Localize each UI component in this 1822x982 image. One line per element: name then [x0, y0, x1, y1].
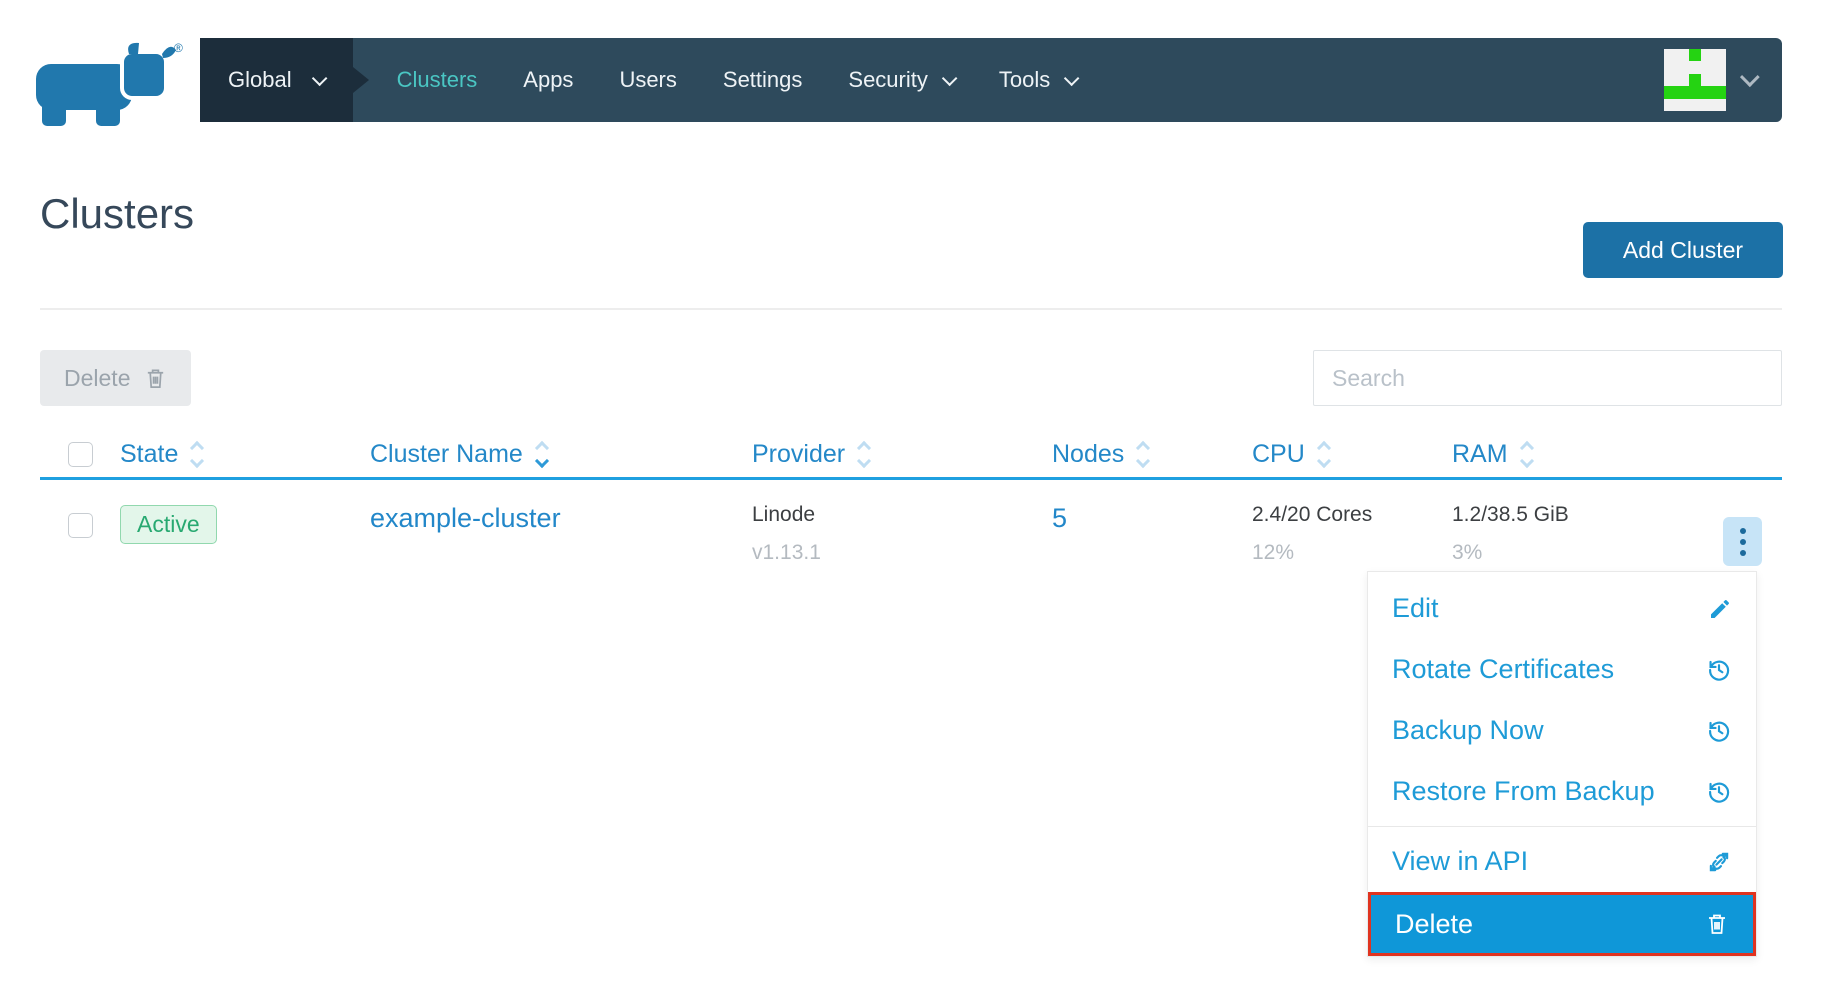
nav-tools-label: Tools — [999, 67, 1050, 93]
table-header: State Cluster Name Provider Nodes CPU RA… — [40, 432, 1782, 480]
nav-users[interactable]: Users — [619, 67, 676, 93]
nav-apps[interactable]: Apps — [523, 67, 573, 93]
column-label: CPU — [1252, 440, 1305, 469]
column-header-ram[interactable]: RAM — [1452, 440, 1702, 469]
menu-item-edit[interactable]: Edit — [1368, 578, 1756, 639]
row-checkbox[interactable] — [68, 513, 93, 538]
row-select-cell — [40, 483, 120, 579]
provider-name: Linode — [752, 503, 1052, 527]
trash-icon — [144, 367, 167, 390]
header-divider — [40, 308, 1782, 310]
svg-text:®: ® — [174, 41, 183, 55]
trash-icon — [1705, 912, 1729, 936]
column-label: Nodes — [1052, 440, 1124, 469]
global-env-dropdown[interactable]: Global — [200, 38, 353, 122]
nodes-count-link[interactable]: 5 — [1052, 503, 1067, 533]
row-cpu-cell: 2.4/20 Cores 12% — [1252, 483, 1452, 579]
row-nodes-cell: 5 — [1052, 483, 1252, 579]
sort-icon — [1138, 443, 1148, 466]
pencil-icon — [1708, 597, 1732, 621]
row-actions-menu: Edit Rotate Certificates Backup Now Rest… — [1367, 571, 1757, 957]
menu-item-label: Edit — [1392, 593, 1439, 624]
column-label: Cluster Name — [370, 440, 523, 469]
row-name-cell: example-cluster — [370, 483, 752, 579]
menu-item-view-in-api[interactable]: View in API — [1368, 831, 1756, 892]
menu-item-restore-from-backup[interactable]: Restore From Backup — [1368, 761, 1756, 822]
sort-icon — [1319, 443, 1329, 466]
state-badge: Active — [120, 505, 217, 544]
rancher-cow-icon: ® — [34, 40, 184, 126]
column-label: Provider — [752, 440, 845, 469]
menu-item-backup-now[interactable]: Backup Now — [1368, 700, 1756, 761]
sort-icon — [1522, 443, 1532, 466]
menu-item-label: Delete — [1395, 909, 1473, 940]
cpu-usage: 2.4/20 Cores — [1252, 503, 1452, 527]
top-navbar: Global Clusters Apps Users Settings Secu… — [200, 38, 1782, 122]
row-ram-cell: 1.2/38.5 GiB 3% — [1452, 483, 1702, 579]
nav-items: Clusters Apps Users Settings Security To… — [397, 67, 1076, 93]
menu-item-rotate-certificates[interactable]: Rotate Certificates — [1368, 639, 1756, 700]
menu-item-delete[interactable]: Delete — [1368, 892, 1756, 956]
nav-clusters[interactable]: Clusters — [397, 67, 478, 93]
column-label: RAM — [1452, 440, 1508, 469]
row-state-cell: Active — [120, 483, 370, 579]
column-header-nodes[interactable]: Nodes — [1052, 440, 1252, 469]
sort-icon — [192, 443, 202, 466]
row-actions-button[interactable] — [1723, 517, 1762, 566]
kebab-menu-icon — [1740, 528, 1746, 534]
column-label: State — [120, 440, 178, 469]
nav-settings[interactable]: Settings — [723, 67, 803, 93]
ram-percent: 3% — [1452, 541, 1702, 565]
menu-item-label: Restore From Backup — [1392, 776, 1655, 807]
provider-version: v1.13.1 — [752, 541, 1052, 565]
sort-icon — [859, 443, 869, 466]
column-header-cluster-name[interactable]: Cluster Name — [370, 440, 752, 469]
add-cluster-button[interactable]: Add Cluster — [1583, 222, 1783, 278]
bulk-delete-button[interactable]: Delete — [40, 350, 191, 406]
bulk-delete-label: Delete — [64, 365, 130, 392]
table-row: Active example-cluster Linode v1.13.1 5 … — [40, 483, 1782, 579]
column-header-state[interactable]: State — [120, 440, 370, 469]
history-icon — [1706, 718, 1732, 744]
ram-usage: 1.2/38.5 GiB — [1452, 503, 1702, 527]
nav-security[interactable]: Security — [848, 67, 952, 93]
chevron-down-icon — [942, 70, 958, 86]
user-area — [1664, 49, 1782, 111]
menu-item-label: Backup Now — [1392, 715, 1544, 746]
column-header-cpu[interactable]: CPU — [1252, 440, 1452, 469]
cluster-name-link[interactable]: example-cluster — [370, 503, 561, 533]
nav-security-label: Security — [848, 67, 927, 93]
user-menu-chevron-icon[interactable] — [1740, 67, 1760, 87]
page-title: Clusters — [40, 190, 194, 238]
select-all-checkbox[interactable] — [68, 442, 93, 467]
history-icon — [1706, 779, 1732, 805]
menu-item-label: Rotate Certificates — [1392, 654, 1614, 685]
rancher-logo[interactable]: ® — [34, 40, 184, 126]
user-avatar[interactable] — [1664, 49, 1726, 111]
history-icon — [1706, 657, 1732, 683]
chevron-down-icon — [1064, 70, 1080, 86]
menu-divider — [1368, 826, 1756, 827]
cpu-percent: 12% — [1252, 541, 1452, 565]
row-provider-cell: Linode v1.13.1 — [752, 483, 1052, 579]
global-label: Global — [228, 67, 292, 93]
column-header-provider[interactable]: Provider — [752, 440, 1052, 469]
chevron-down-icon — [311, 70, 327, 86]
rancher-clusters-page: ® Global Clusters Apps Users Settings Se… — [0, 0, 1822, 982]
menu-item-label: View in API — [1392, 846, 1528, 877]
nav-tools[interactable]: Tools — [999, 67, 1075, 93]
select-all-cell — [40, 442, 120, 467]
search-input[interactable] — [1313, 350, 1782, 406]
external-link-icon — [1706, 849, 1732, 875]
sort-desc-icon — [537, 443, 547, 466]
